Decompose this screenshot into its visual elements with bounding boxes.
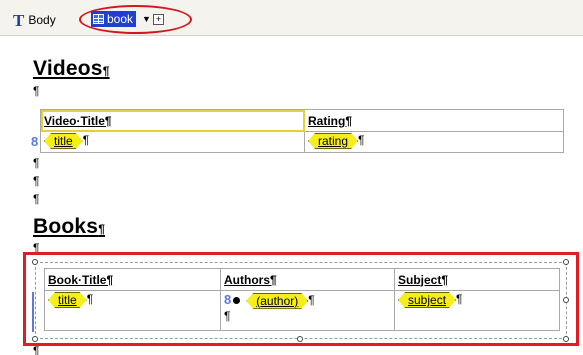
empty-paragraph: ¶ <box>33 174 40 188</box>
table-cell-title[interactable]: title ¶ <box>40 131 305 153</box>
table-row: title ¶ rating ¶ <box>40 131 564 153</box>
column-header-video-title[interactable]: Video·Title¶ <box>40 109 305 132</box>
highlight-rectangle <box>23 252 579 346</box>
document-area[interactable]: Videos¶ ¶ Video·Title¶ Rating¶ title ¶ ra… <box>0 37 583 355</box>
column-header-rating[interactable]: Rating¶ <box>304 109 564 132</box>
empty-paragraph: ¶ <box>33 84 40 98</box>
pilcrow-mark: ¶ <box>82 133 90 148</box>
breadcrumb-body[interactable]: T Body <box>13 10 56 30</box>
videos-heading-text: Videos <box>33 57 103 80</box>
videos-table[interactable]: Video·Title¶ Rating¶ title ¶ rating ¶ <box>40 109 564 153</box>
empty-paragraph: ¶ <box>33 156 40 170</box>
rating-field-tag[interactable]: rating <box>308 133 358 149</box>
breadcrumb-body-label: Body <box>28 13 56 27</box>
highlight-oval <box>79 5 192 34</box>
table-header-row: Video·Title¶ Rating¶ <box>40 109 564 132</box>
books-heading-text: Books <box>33 215 99 238</box>
text-block-icon: T <box>13 10 25 30</box>
breadcrumb-bar: T Body book ▼ + <box>0 0 583 36</box>
books-heading: Books¶ <box>33 215 105 239</box>
pilcrow-mark: ¶ <box>102 64 110 78</box>
pilcrow-mark: ¶ <box>358 133 365 148</box>
empty-paragraph: ¶ <box>33 192 40 206</box>
title-field-tag[interactable]: title <box>44 133 83 149</box>
table-cell-rating[interactable]: rating ¶ <box>304 131 564 153</box>
repeat-row-icon[interactable]: 8 <box>31 134 38 149</box>
empty-paragraph: ¶ <box>33 344 40 355</box>
videos-heading: Videos¶ <box>33 57 110 81</box>
pilcrow-mark: ¶ <box>98 222 106 236</box>
